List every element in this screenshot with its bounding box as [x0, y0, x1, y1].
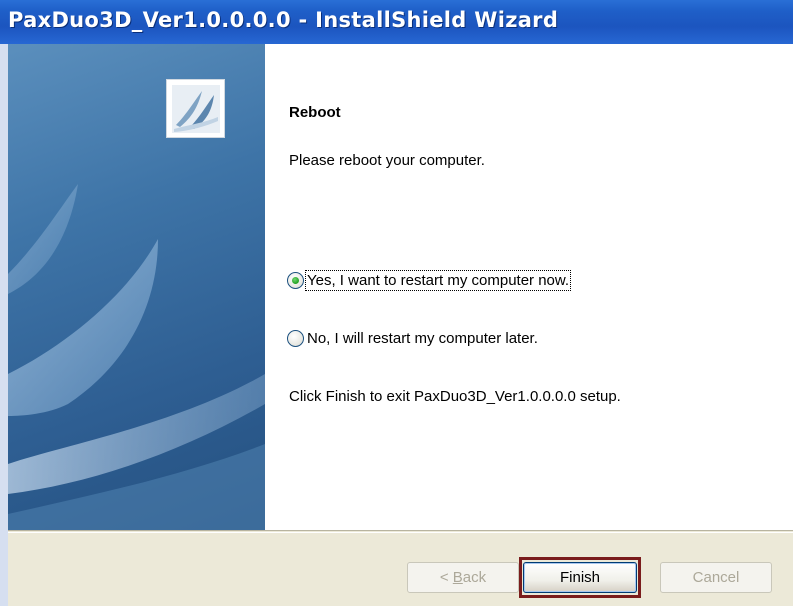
page-heading: Reboot	[289, 104, 341, 121]
radio-button-unselected[interactable]	[287, 330, 304, 347]
back-button-prefix: <	[439, 569, 453, 586]
finish-instruction-text: Click Finish to exit PaxDuo3D_Ver1.0.0.0…	[289, 388, 621, 405]
logo-icon	[172, 85, 220, 133]
back-button-rest: ack	[462, 569, 487, 586]
back-button[interactable]: < Back	[407, 562, 519, 593]
radio-restart-later[interactable]: No, I will restart my computer later.	[287, 330, 538, 347]
wizard-content: Reboot Please reboot your computer. Yes,…	[265, 44, 793, 530]
back-button-mnemonic: B	[452, 569, 463, 586]
title-bar[interactable]: PaxDuo3D_Ver1.0.0.0.0 - InstallShield Wi…	[0, 0, 793, 44]
side-panel-artwork	[8, 184, 265, 530]
installshield-logo	[166, 79, 225, 138]
window-frame-left	[0, 44, 8, 606]
button-bar-separator	[8, 532, 793, 533]
wizard-side-panel	[8, 44, 265, 530]
cancel-button[interactable]: Cancel	[660, 562, 772, 593]
button-bar: < Back Finish Cancel	[8, 530, 793, 606]
radio-restart-now[interactable]: Yes, I want to restart my computer now.	[287, 270, 572, 291]
intro-text: Please reboot your computer.	[289, 152, 485, 169]
installshield-wizard-window: PaxDuo3D_Ver1.0.0.0.0 - InstallShield Wi…	[0, 0, 793, 606]
radio-restart-now-label[interactable]: Yes, I want to restart my computer now.	[304, 270, 572, 291]
finish-button[interactable]: Finish	[523, 562, 637, 593]
radio-restart-later-label[interactable]: No, I will restart my computer later.	[307, 330, 538, 347]
radio-button-selected[interactable]	[287, 272, 304, 289]
window-title: PaxDuo3D_Ver1.0.0.0.0 - InstallShield Wi…	[8, 8, 559, 32]
